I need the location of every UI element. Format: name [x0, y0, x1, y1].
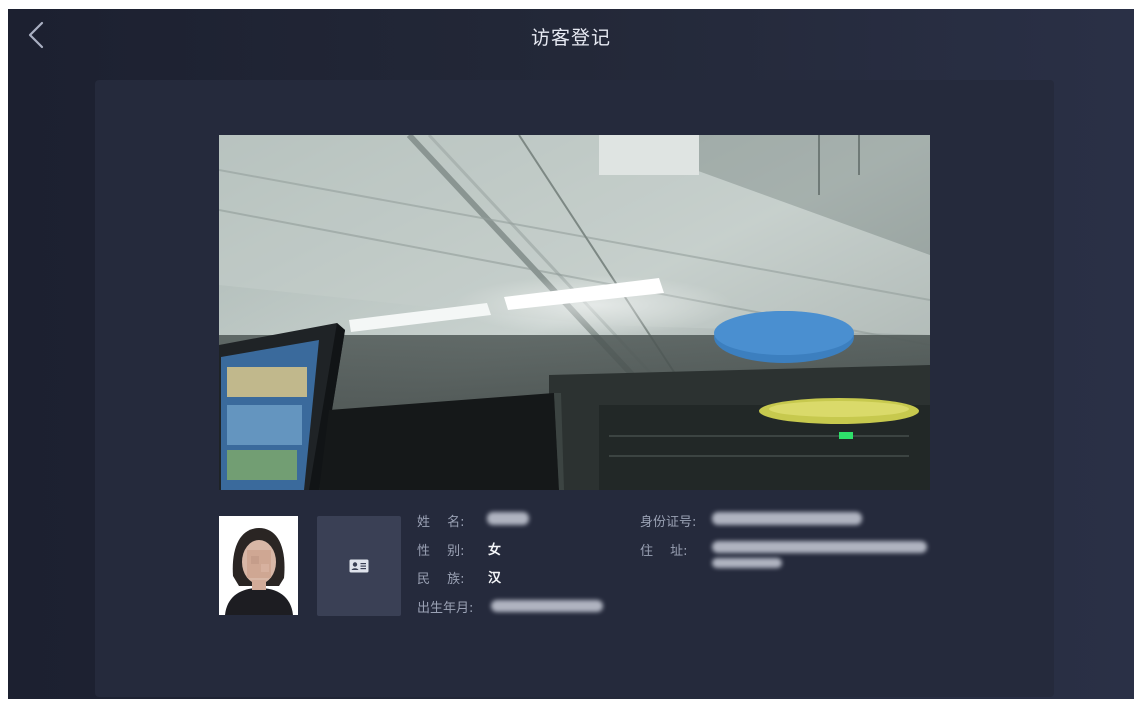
address-line1-redacted	[712, 541, 927, 553]
address-label: 住 址:	[640, 544, 688, 559]
id-card-read-button[interactable]	[317, 516, 401, 616]
id-number-label: 身份证号:	[640, 515, 697, 530]
ethnicity-value: 汉	[488, 571, 502, 586]
address-line2-redacted	[712, 558, 782, 568]
id-number-value-redacted	[712, 512, 862, 525]
birth-date-label: 出生年月:	[417, 601, 474, 616]
name-label: 姓 名:	[417, 515, 465, 530]
ethnicity-label: 民 族:	[417, 572, 465, 587]
name-value-redacted	[487, 512, 529, 525]
visitor-registration-screen: 访客登记 姓 名: 性 别: 女 民 族: 汉 出生年月: 身份证号: 住 址:	[8, 9, 1134, 699]
id-card-icon	[349, 559, 369, 573]
registration-card: 姓 名: 性 别: 女 民 族: 汉 出生年月: 身份证号: 住 址:	[95, 80, 1054, 697]
visitor-face-photo	[219, 516, 298, 615]
camera-preview	[219, 135, 930, 490]
page-title: 访客登记	[530, 27, 611, 49]
gender-value: 女	[488, 543, 502, 558]
birth-date-value-redacted	[491, 600, 603, 612]
gender-label: 性 别:	[417, 544, 465, 559]
header-bar: 访客登记	[8, 9, 1134, 65]
